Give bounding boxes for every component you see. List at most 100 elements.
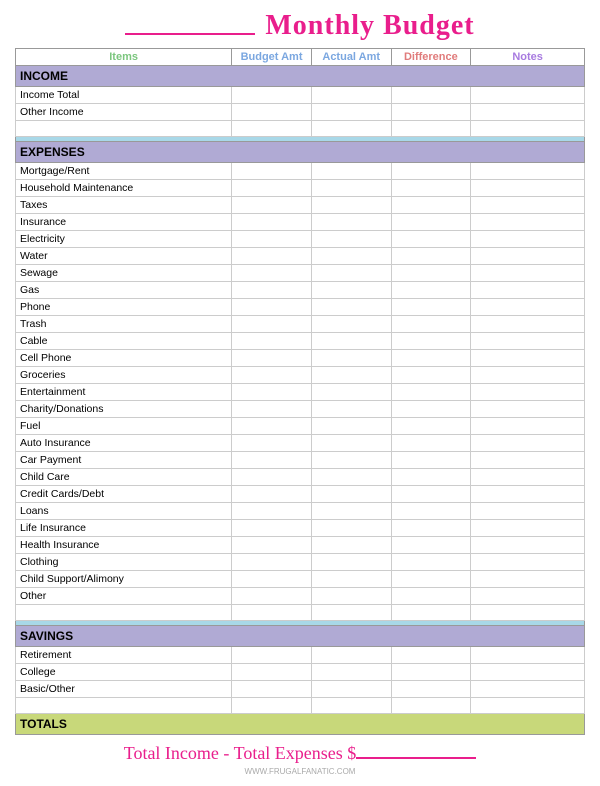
- item-label: Retirement: [16, 647, 232, 664]
- item-label: Other Income: [16, 104, 232, 121]
- table-row: Phone: [16, 299, 585, 316]
- item-label: Mortgage/Rent: [16, 163, 232, 180]
- table-row: Fuel: [16, 418, 585, 435]
- table-row: [16, 698, 585, 714]
- table-row: Water: [16, 248, 585, 265]
- item-label: Charity/Donations: [16, 401, 232, 418]
- watermark: WWW.FRUGALFANATIC.COM: [15, 767, 585, 776]
- footer: Total Income - Total Expenses $: [15, 743, 585, 764]
- notes-cell[interactable]: [471, 121, 585, 137]
- notes-cell[interactable]: [471, 104, 585, 121]
- footer-text: Total Income - Total Expenses $: [124, 743, 477, 763]
- table-row: Charity/Donations: [16, 401, 585, 418]
- item-label: Income Total: [16, 87, 232, 104]
- savings-header: SAVINGS: [16, 626, 585, 647]
- item-label: Household Maintenance: [16, 180, 232, 197]
- item-label: Water: [16, 248, 232, 265]
- item-label: Entertainment: [16, 384, 232, 401]
- col-items: Items: [16, 49, 232, 66]
- col-difference: Difference: [391, 49, 471, 66]
- table-row: Mortgage/Rent: [16, 163, 585, 180]
- column-header-row: Items Budget Amt Actual Amt Difference N…: [16, 49, 585, 66]
- table-row: Child Care: [16, 469, 585, 486]
- footer-underline: [356, 743, 476, 759]
- item-label: [16, 698, 232, 714]
- totals-label: TOTALS: [16, 714, 585, 735]
- col-actual: Actual Amt: [311, 49, 391, 66]
- table-row: Income Total: [16, 87, 585, 104]
- table-row: Cell Phone: [16, 350, 585, 367]
- diff-cell[interactable]: [391, 87, 471, 104]
- budget-cell[interactable]: [232, 104, 312, 121]
- actual-cell[interactable]: [311, 121, 391, 137]
- table-row: Car Payment: [16, 452, 585, 469]
- table-row: Household Maintenance: [16, 180, 585, 197]
- item-label: Trash: [16, 316, 232, 333]
- actual-cell[interactable]: [311, 104, 391, 121]
- table-row: Credit Cards/Debt: [16, 486, 585, 503]
- table-row: Groceries: [16, 367, 585, 384]
- table-row: Trash: [16, 316, 585, 333]
- item-label: Child Support/Alimony: [16, 571, 232, 588]
- item-label: Insurance: [16, 214, 232, 231]
- table-row: Sewage: [16, 265, 585, 282]
- item-label: Electricity: [16, 231, 232, 248]
- table-row: Auto Insurance: [16, 435, 585, 452]
- income-label: INCOME: [16, 66, 585, 87]
- table-row: Retirement: [16, 647, 585, 664]
- table-row: Clothing: [16, 554, 585, 571]
- budget-cell[interactable]: [232, 121, 312, 137]
- table-row: Other: [16, 588, 585, 605]
- income-header: INCOME: [16, 66, 585, 87]
- item-label: Credit Cards/Debt: [16, 486, 232, 503]
- item-label: Cell Phone: [16, 350, 232, 367]
- page: Monthly Budget Items Budget Amt Actual A…: [0, 0, 600, 786]
- table-row: Insurance: [16, 214, 585, 231]
- table-row: Taxes: [16, 197, 585, 214]
- item-label: [16, 605, 232, 621]
- table-row: Basic/Other: [16, 681, 585, 698]
- table-row: Health Insurance: [16, 537, 585, 554]
- diff-cell[interactable]: [391, 121, 471, 137]
- item-label: Clothing: [16, 554, 232, 571]
- table-row: Electricity: [16, 231, 585, 248]
- item-label: Sewage: [16, 265, 232, 282]
- table-row: Gas: [16, 282, 585, 299]
- col-notes: Notes: [471, 49, 585, 66]
- item-label: Child Care: [16, 469, 232, 486]
- item-label: Auto Insurance: [16, 435, 232, 452]
- page-title: Monthly Budget: [265, 10, 474, 42]
- item-label: Health Insurance: [16, 537, 232, 554]
- table-row: Other Income: [16, 104, 585, 121]
- header-line: [125, 17, 255, 35]
- notes-cell[interactable]: [471, 87, 585, 104]
- savings-label: SAVINGS: [16, 626, 585, 647]
- item-label: Taxes: [16, 197, 232, 214]
- actual-cell[interactable]: [311, 87, 391, 104]
- item-label: Car Payment: [16, 452, 232, 469]
- item-label: Cable: [16, 333, 232, 350]
- table-row: Child Support/Alimony: [16, 571, 585, 588]
- table-row: Entertainment: [16, 384, 585, 401]
- budget-cell[interactable]: [232, 87, 312, 104]
- table-row: Life Insurance: [16, 520, 585, 537]
- col-budget: Budget Amt: [232, 49, 312, 66]
- item-label: Phone: [16, 299, 232, 316]
- expenses-label: EXPENSES: [16, 142, 585, 163]
- table-row: [16, 121, 585, 137]
- item-label: [16, 121, 232, 137]
- table-row: [16, 605, 585, 621]
- item-label: Gas: [16, 282, 232, 299]
- item-label: Other: [16, 588, 232, 605]
- table-row: Cable: [16, 333, 585, 350]
- diff-cell[interactable]: [391, 104, 471, 121]
- item-label: College: [16, 664, 232, 681]
- header: Monthly Budget: [15, 10, 585, 42]
- item-label: Basic/Other: [16, 681, 232, 698]
- table-row: Loans: [16, 503, 585, 520]
- item-label: Fuel: [16, 418, 232, 435]
- item-label: Loans: [16, 503, 232, 520]
- table-row: College: [16, 664, 585, 681]
- totals-header: TOTALS: [16, 714, 585, 735]
- item-label: Groceries: [16, 367, 232, 384]
